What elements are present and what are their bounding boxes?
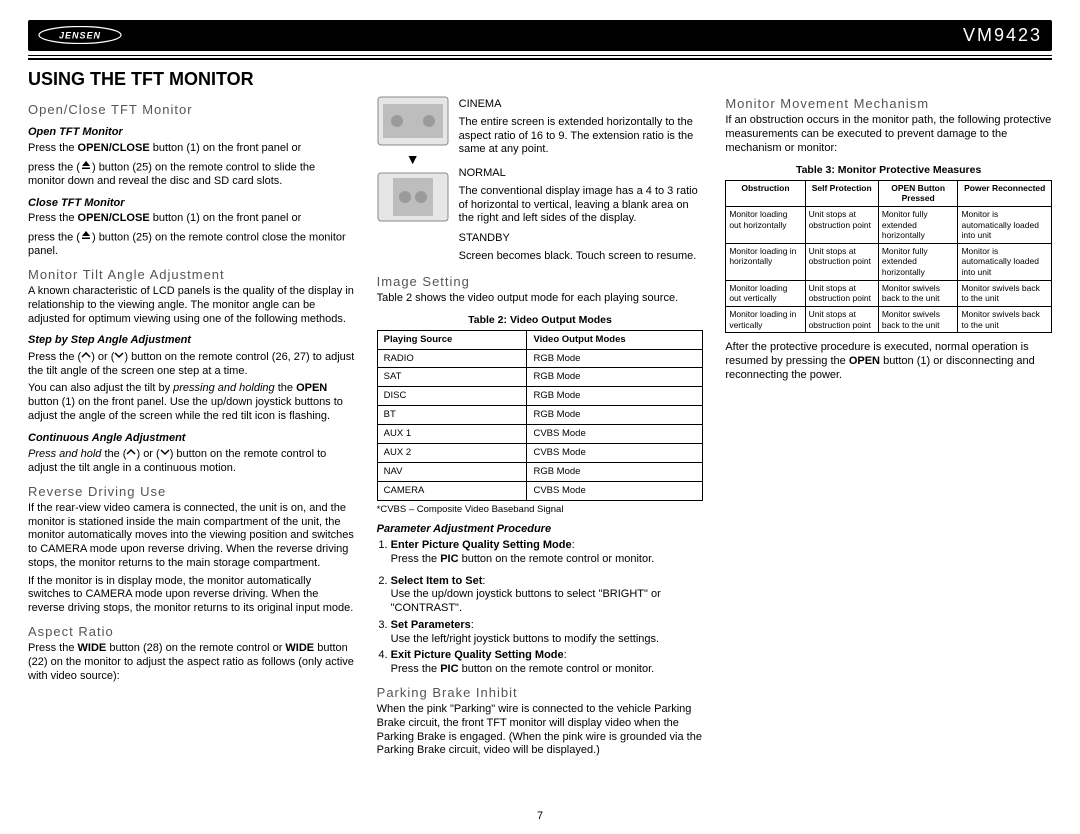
table-row: CAMERACVBS Mode xyxy=(377,481,703,500)
t3-h4: Power Reconnected xyxy=(958,180,1052,206)
eject-icon xyxy=(80,230,92,245)
table-row: Monitor loading out verticallyUnit stops… xyxy=(726,280,1052,306)
p-open-2: press the ( ) button (25) on the remote … xyxy=(28,160,355,189)
h-monitor-move: Monitor Movement Mechanism xyxy=(725,96,1052,112)
p-close-2: press the ( ) button (25) on the remote … xyxy=(28,230,355,259)
table-video-output: Playing Source Video Output Modes RADIOR… xyxy=(377,330,704,501)
arrow-down-icon: ▼ xyxy=(406,152,420,166)
normal-h: NORMAL xyxy=(459,167,704,181)
chevron-up-icon xyxy=(81,350,91,364)
h-parking: Parking Brake Inhibit xyxy=(377,685,704,701)
manual-page: JENSEN VM9423 USING THE TFT MONITOR Open… xyxy=(0,0,1080,834)
table-row: SATRGB Mode xyxy=(377,368,703,387)
p-image: Table 2 shows the video output mode for … xyxy=(377,292,704,306)
h-param-proc: Parameter Adjustment Procedure xyxy=(377,523,704,537)
cinema-h: CINEMA xyxy=(459,98,704,112)
step-1: Enter Picture Quality Setting Mode: Pres… xyxy=(391,539,704,567)
table-protective: Obstruction Self Protection OPEN Button … xyxy=(725,180,1052,334)
step-3: Set Parameters: Use the left/right joyst… xyxy=(391,619,704,647)
p-step-1: Press the ( ) or ( ) button on the remot… xyxy=(28,350,355,378)
eject-icon xyxy=(80,160,92,175)
p-aspect: Press the WIDE button (28) on the remote… xyxy=(28,642,355,683)
p-step-2: You can also adjust the tilt by pressing… xyxy=(28,382,355,423)
t3-h2: Self Protection xyxy=(805,180,878,206)
jensen-logo-icon: JENSEN xyxy=(38,26,122,44)
p-after: After the protective procedure is execut… xyxy=(725,341,1052,382)
header-rules xyxy=(28,55,1052,60)
step-4: Exit Picture Quality Setting Mode: Press… xyxy=(391,649,704,677)
screen-normal-icon xyxy=(377,172,449,222)
brand-logo: JENSEN xyxy=(38,26,122,44)
h-reverse-use: Reverse Driving Use xyxy=(28,484,355,500)
aspect-figures: ▼ CINEMA The entire screen is extended h… xyxy=(377,96,704,268)
param-steps-start: Enter Picture Quality Setting Mode: Pres… xyxy=(391,539,704,567)
p-parking: When the pink "Parking" wire is connecte… xyxy=(377,703,704,758)
t2-h1: Playing Source xyxy=(377,330,527,349)
p-close-1: Press the OPEN/CLOSE button (1) on the f… xyxy=(28,212,355,226)
p-rev-1: If the rear-view video camera is connect… xyxy=(28,502,355,571)
table-row: Monitor loading out horizontallyUnit sto… xyxy=(726,206,1052,243)
table-row: Monitor loading in horizontallyUnit stop… xyxy=(726,243,1052,280)
t3-h1: Obstruction xyxy=(726,180,805,206)
chevron-down-icon xyxy=(160,447,170,461)
t3-h3: OPEN Button Pressed xyxy=(878,180,958,206)
page-number: 7 xyxy=(0,810,1080,824)
h-image-setting: Image Setting xyxy=(377,274,704,290)
chevron-up-icon xyxy=(126,447,136,461)
h-open-tft: Open TFT Monitor xyxy=(28,126,355,140)
standby-p: Screen becomes black. Touch screen to re… xyxy=(459,250,704,264)
table-row: AUX 1CVBS Mode xyxy=(377,425,703,444)
p-open-1: Press the OPEN/CLOSE button (1) on the f… xyxy=(28,142,355,156)
step-2: Select Item to Set: Use the up/down joys… xyxy=(391,575,704,616)
t2-h2: Video Output Modes xyxy=(527,330,703,349)
h-tilt: Monitor Tilt Angle Adjustment xyxy=(28,267,355,283)
h-continuous-adjust: Continuous Angle Adjustment xyxy=(28,432,355,446)
table-row: DISCRGB Mode xyxy=(377,387,703,406)
model-number: VM9423 xyxy=(963,24,1042,47)
normal-p: The conventional display image has a 4 t… xyxy=(459,185,704,226)
chevron-down-icon xyxy=(114,350,124,364)
table-row: Monitor loading in verticallyUnit stops … xyxy=(726,306,1052,332)
section-title: USING THE TFT MONITOR xyxy=(28,68,1052,91)
t3-title: Table 3: Monitor Protective Measures xyxy=(725,164,1052,177)
p-rev-2: If the monitor is in display mode, the m… xyxy=(28,575,355,616)
h-aspect: Aspect Ratio xyxy=(28,624,355,640)
h-open-close: Open/Close TFT Monitor xyxy=(28,102,355,118)
t2-note: *CVBS – Composite Video Baseband Signal xyxy=(377,504,704,516)
param-steps-cont: Select Item to Set: Use the up/down joys… xyxy=(391,575,704,677)
table-row: RADIORGB Mode xyxy=(377,349,703,368)
table-row: NAVRGB Mode xyxy=(377,462,703,481)
standby-h: STANDBY xyxy=(459,232,704,246)
p-tilt: A known characteristic of LCD panels is … xyxy=(28,285,355,326)
table-row: BTRGB Mode xyxy=(377,406,703,425)
screen-cinema-icon xyxy=(377,96,449,146)
p-monitor-move: If an obstruction occurs in the monitor … xyxy=(725,114,1052,155)
svg-text:JENSEN: JENSEN xyxy=(59,31,101,41)
h-close-tft: Close TFT Monitor xyxy=(28,197,355,211)
p-cont: Press and hold the ( ) or ( ) button on … xyxy=(28,447,355,475)
table-row: AUX 2CVBS Mode xyxy=(377,443,703,462)
body-columns: Open/Close TFT Monitor Open TFT Monitor … xyxy=(28,96,1052,776)
t2-title: Table 2: Video Output Modes xyxy=(377,314,704,327)
header-bar: JENSEN VM9423 xyxy=(28,20,1052,51)
h-step-adjust: Step by Step Angle Adjustment xyxy=(28,334,355,348)
cinema-p: The entire screen is extended horizontal… xyxy=(459,116,704,157)
